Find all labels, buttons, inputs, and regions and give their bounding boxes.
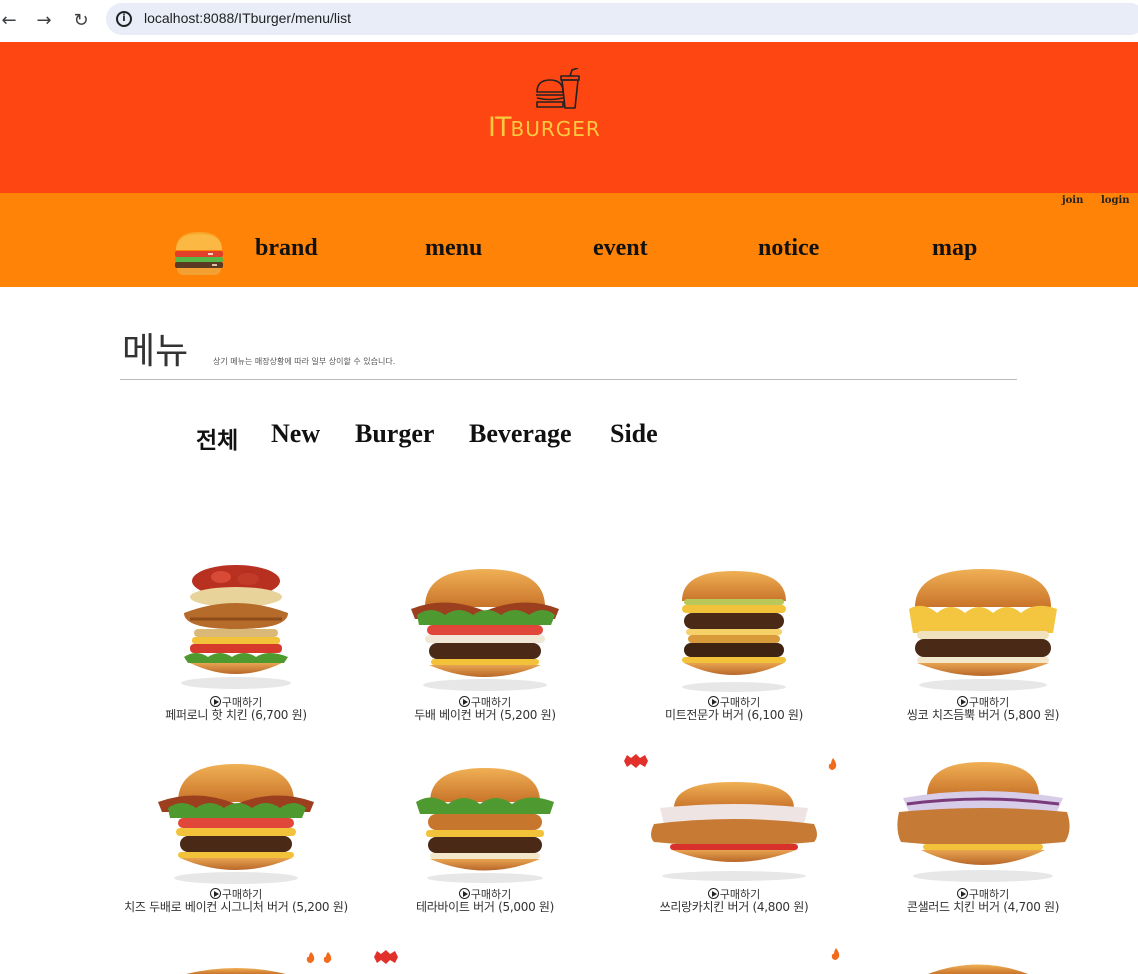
- burger-image-partial[interactable]: [928, 961, 1028, 974]
- terabyte-burger-image[interactable]: [412, 766, 558, 886]
- hot-flame-icon: [828, 758, 837, 770]
- login-link[interactable]: login: [1101, 195, 1130, 206]
- product-card[interactable]: 구매하기 치즈 두배로 베이컨 시그니처 버거 (5,200 원): [111, 756, 361, 926]
- browser-toolbar: ← → ↻ i localhost:8088/ITburger/menu/lis…: [0, 0, 1138, 42]
- url-text[interactable]: localhost:8088/ITburger/menu/list: [144, 10, 351, 26]
- category-tab-all[interactable]: 전체: [196, 421, 238, 455]
- page-subtitle: 상기 메뉴는 매장상황에 따라 일부 상이할 수 있습니다.: [213, 357, 396, 366]
- main-nav: join login brand menu event notice map: [0, 193, 1138, 287]
- meat-expert-burger-image[interactable]: [674, 569, 794, 693]
- product-name: 치즈 두배로 베이컨 시그니처 버거 (5,200 원): [124, 900, 348, 914]
- cheese-double-bacon-burger-image[interactable]: [156, 762, 316, 886]
- product-name: 쓰리랑카치킨 버거 (4,800 원): [659, 900, 809, 914]
- product-card[interactable]: 구매하기 쓰리랑카치킨 버거 (4,800 원): [609, 754, 859, 926]
- product-card[interactable]: 구매하기 콘샐러드 치킨 버거 (4,700 원): [858, 756, 1108, 926]
- new-badge-icon: [374, 950, 398, 964]
- product-card[interactable]: 구매하기 미트전문가 버거 (6,100 원): [609, 563, 859, 733]
- new-badge-icon: [624, 754, 648, 768]
- pepperoni-hot-chicken-image[interactable]: [166, 563, 306, 693]
- hot-flame-icon: [306, 952, 332, 963]
- category-tab-beverage[interactable]: Beverage: [469, 419, 572, 449]
- product-card[interactable]: 구매하기 테라바이트 버거 (5,000 원): [360, 756, 610, 926]
- title-divider: [120, 379, 1017, 380]
- product-name: 콘샐러드 치킨 버거 (4,700 원): [906, 900, 1060, 914]
- nav-menu[interactable]: menu: [425, 235, 482, 262]
- join-link[interactable]: join: [1062, 195, 1083, 206]
- cheese-burger-image[interactable]: [903, 567, 1063, 693]
- category-tab-new[interactable]: New: [271, 419, 320, 449]
- forward-arrow-icon[interactable]: →: [32, 9, 56, 33]
- address-bar[interactable]: i localhost:8088/ITburger/menu/list: [106, 3, 1138, 35]
- product-name: 씽코 치즈듬뿍 버거 (5,800 원): [906, 708, 1060, 722]
- back-arrow-icon[interactable]: ←: [0, 9, 21, 33]
- product-name: 페퍼로니 핫 치킨 (6,700 원): [165, 708, 307, 722]
- nav-event[interactable]: event: [593, 235, 648, 262]
- product-card[interactable]: 구매하기 씽코 치즈듬뿍 버거 (5,800 원): [858, 563, 1108, 733]
- hot-flame-icon: [831, 948, 840, 960]
- product-name: 테라바이트 버거 (5,000 원): [415, 900, 555, 914]
- burger-image-partial[interactable]: [186, 966, 286, 974]
- logo-wordmark: ITBURGER: [488, 112, 601, 143]
- product-name: 두배 베이컨 버거 (5,200 원): [414, 708, 556, 722]
- burger-drink-logo-icon: [536, 68, 580, 109]
- product-card[interactable]: 구매하기 두배 베이컨 버거 (5,200 원): [360, 563, 610, 733]
- double-bacon-burger-image[interactable]: [405, 567, 565, 693]
- page-title: 메뉴: [122, 331, 189, 372]
- product-name: 미트전문가 버거 (6,100 원): [664, 708, 804, 722]
- nav-brand[interactable]: brand: [255, 235, 318, 262]
- burger-home-icon[interactable]: [174, 230, 224, 276]
- nav-map[interactable]: map: [932, 235, 977, 262]
- corn-salad-chicken-burger-image[interactable]: [895, 760, 1071, 884]
- sri-lanka-chicken-burger-image[interactable]: [644, 780, 824, 884]
- site-info-icon[interactable]: i: [116, 11, 132, 27]
- nav-notice[interactable]: notice: [758, 235, 819, 262]
- site-header: ITBURGER: [0, 42, 1138, 193]
- category-tab-side[interactable]: Side: [610, 419, 658, 449]
- reload-icon[interactable]: ↻: [69, 9, 93, 33]
- category-tab-burger[interactable]: Burger: [355, 419, 434, 449]
- product-card[interactable]: 구매하기 페퍼로니 핫 치킨 (6,700 원): [111, 563, 361, 733]
- itburger-logo[interactable]: ITBURGER: [488, 68, 628, 143]
